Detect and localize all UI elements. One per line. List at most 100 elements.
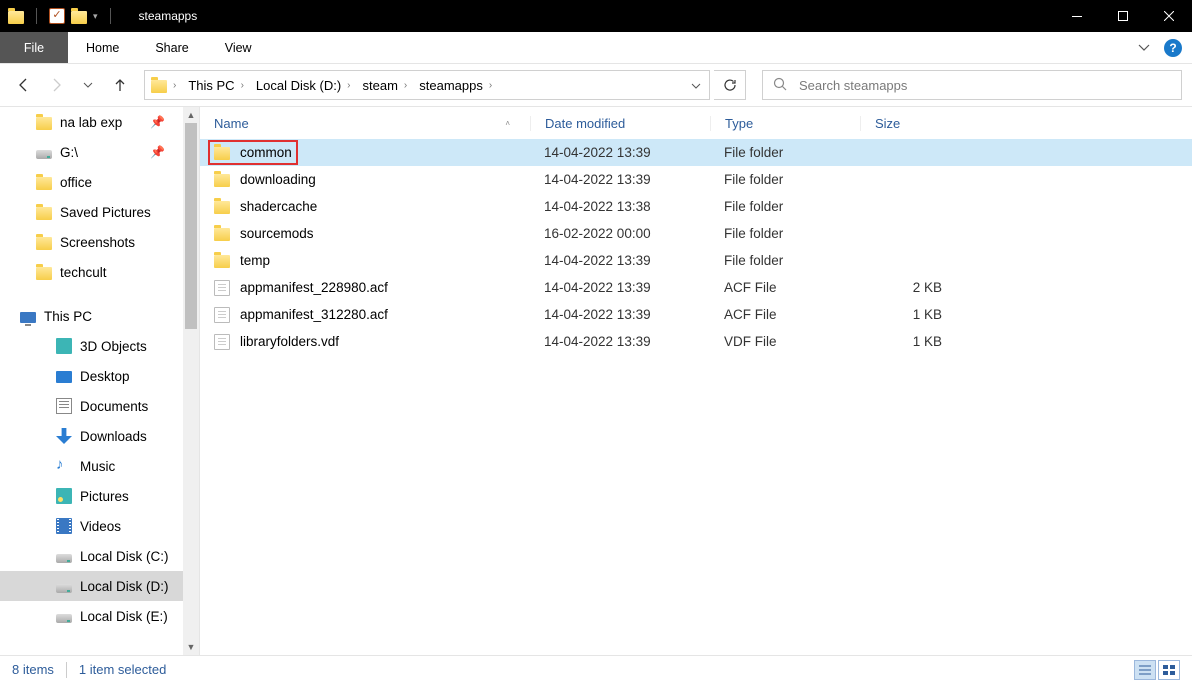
sidebar-item[interactable]: na lab exp📌: [0, 107, 183, 137]
sidebar-item[interactable]: Local Disk (C:): [0, 541, 183, 571]
folder-icon: [151, 80, 167, 93]
scroll-up-icon[interactable]: ▲: [183, 107, 199, 123]
scroll-down-icon[interactable]: ▼: [183, 639, 199, 655]
chevron-right-icon[interactable]: ›: [489, 80, 492, 91]
breadcrumb-item[interactable]: This PC›: [182, 71, 250, 99]
folder-icon: [36, 207, 52, 220]
address-bar[interactable]: › This PC› Local Disk (D:)› steam› steam…: [144, 70, 710, 100]
chevron-right-icon[interactable]: ›: [347, 80, 350, 91]
pc-icon: [20, 312, 36, 323]
sidebar-item[interactable]: G:\📌: [0, 137, 183, 167]
chevron-right-icon[interactable]: ›: [241, 80, 244, 91]
minimize-button[interactable]: [1054, 0, 1100, 32]
file-row[interactable]: common14-04-2022 13:39File folder: [200, 139, 1192, 166]
pin-icon: 📌: [150, 145, 165, 159]
navigation-bar: › This PC› Local Disk (D:)› steam› steam…: [0, 64, 1192, 106]
properties-icon[interactable]: ✓: [49, 8, 65, 24]
sidebar-item[interactable]: Videos: [0, 511, 183, 541]
sidebar-item[interactable]: 3D Objects: [0, 331, 183, 361]
breadcrumb-item[interactable]: steamapps›: [413, 71, 498, 99]
quick-access-toolbar: ✓ ▾: [0, 8, 121, 24]
file-tab[interactable]: File: [0, 32, 68, 63]
refresh-button[interactable]: [714, 70, 746, 100]
file-row[interactable]: downloading14-04-2022 13:39File folder: [200, 166, 1192, 193]
file-icon: [214, 307, 230, 323]
column-headers: Name˄ Date modified Type Size: [200, 107, 1192, 139]
column-date[interactable]: Date modified: [530, 116, 710, 131]
address-dropdown-icon[interactable]: [683, 76, 709, 94]
up-button[interactable]: [106, 71, 134, 99]
tab-home[interactable]: Home: [68, 32, 137, 63]
sidebar-this-pc[interactable]: This PC: [0, 301, 183, 331]
folder-icon: [214, 147, 230, 160]
folder-icon: [214, 201, 230, 214]
chevron-right-icon[interactable]: ›: [404, 80, 407, 91]
folder-icon: [36, 117, 52, 130]
desktop-icon: [56, 371, 72, 383]
breadcrumb-item[interactable]: steam›: [357, 71, 414, 99]
folder-icon: [36, 177, 52, 190]
file-row[interactable]: sourcemods16-02-2022 00:00File folder: [200, 220, 1192, 247]
sidebar-item[interactable]: Documents: [0, 391, 183, 421]
search-placeholder: Search steamapps: [799, 78, 907, 93]
tab-share[interactable]: Share: [137, 32, 206, 63]
down-icon: [56, 428, 72, 444]
scrollbar-thumb[interactable]: [185, 123, 197, 329]
column-name[interactable]: Name˄: [200, 116, 530, 131]
file-row[interactable]: appmanifest_228980.acf14-04-2022 13:39AC…: [200, 274, 1192, 301]
file-list: Name˄ Date modified Type Size common14-0…: [200, 107, 1192, 655]
sidebar-item[interactable]: Desktop: [0, 361, 183, 391]
sidebar-item[interactable]: Screenshots: [0, 227, 183, 257]
ribbon-tabs: File Home Share View ?: [0, 32, 1192, 64]
large-icons-view-button[interactable]: [1158, 660, 1180, 680]
folder-icon: [36, 237, 52, 250]
sidebar-item[interactable]: Downloads: [0, 421, 183, 451]
file-icon: [214, 280, 230, 296]
qat-dropdown-icon[interactable]: ▾: [93, 11, 98, 22]
disk-icon: [56, 584, 72, 593]
breadcrumb-item[interactable]: Local Disk (D:)›: [250, 71, 357, 99]
column-type[interactable]: Type: [710, 116, 860, 131]
navigation-pane: na lab exp📌G:\📌officeSaved PicturesScree…: [0, 107, 200, 655]
forward-button[interactable]: [42, 71, 70, 99]
sidebar-item[interactable]: Local Disk (E:): [0, 601, 183, 631]
sidebar-item[interactable]: ♪Music: [0, 451, 183, 481]
sidebar-item[interactable]: office: [0, 167, 183, 197]
close-button[interactable]: [1146, 0, 1192, 32]
details-view-button[interactable]: [1134, 660, 1156, 680]
pics-icon: [56, 488, 72, 504]
folder-icon[interactable]: [71, 11, 87, 24]
tab-view[interactable]: View: [207, 32, 270, 63]
disk-icon: [56, 554, 72, 563]
recent-locations-button[interactable]: [74, 71, 102, 99]
column-size[interactable]: Size: [860, 116, 956, 131]
search-icon: [773, 77, 787, 94]
help-button[interactable]: ?: [1164, 39, 1182, 57]
file-row[interactable]: shadercache14-04-2022 13:38File folder: [200, 193, 1192, 220]
folder-icon: [8, 11, 24, 24]
chevron-right-icon[interactable]: ›: [173, 80, 176, 91]
video-icon: [56, 518, 72, 534]
search-box[interactable]: Search steamapps: [762, 70, 1182, 100]
file-row[interactable]: appmanifest_312280.acf14-04-2022 13:39AC…: [200, 301, 1192, 328]
sidebar-item[interactable]: Pictures: [0, 481, 183, 511]
folder-icon: [214, 255, 230, 268]
item-count: 8 items: [12, 662, 54, 677]
window-title: steamapps: [121, 9, 198, 23]
maximize-button[interactable]: [1100, 0, 1146, 32]
disk-icon: [56, 614, 72, 623]
file-row[interactable]: libraryfolders.vdf14-04-2022 13:39VDF Fi…: [200, 328, 1192, 355]
back-button[interactable]: [10, 71, 38, 99]
file-row[interactable]: temp14-04-2022 13:39File folder: [200, 247, 1192, 274]
sidebar-item[interactable]: Saved Pictures: [0, 197, 183, 227]
sidebar-item[interactable]: Local Disk (D:): [0, 571, 183, 601]
disk-icon: [36, 150, 52, 159]
sort-indicator-icon: ˄: [505, 119, 510, 128]
breadcrumb-root[interactable]: ›: [145, 71, 182, 99]
folder-icon: [36, 267, 52, 280]
ribbon-expand-icon[interactable]: [1128, 32, 1160, 63]
sidebar-scrollbar[interactable]: ▲ ▼: [183, 107, 199, 655]
status-bar: 8 items 1 item selected: [0, 655, 1192, 683]
docs-icon: [56, 398, 72, 414]
sidebar-item[interactable]: techcult: [0, 257, 183, 287]
